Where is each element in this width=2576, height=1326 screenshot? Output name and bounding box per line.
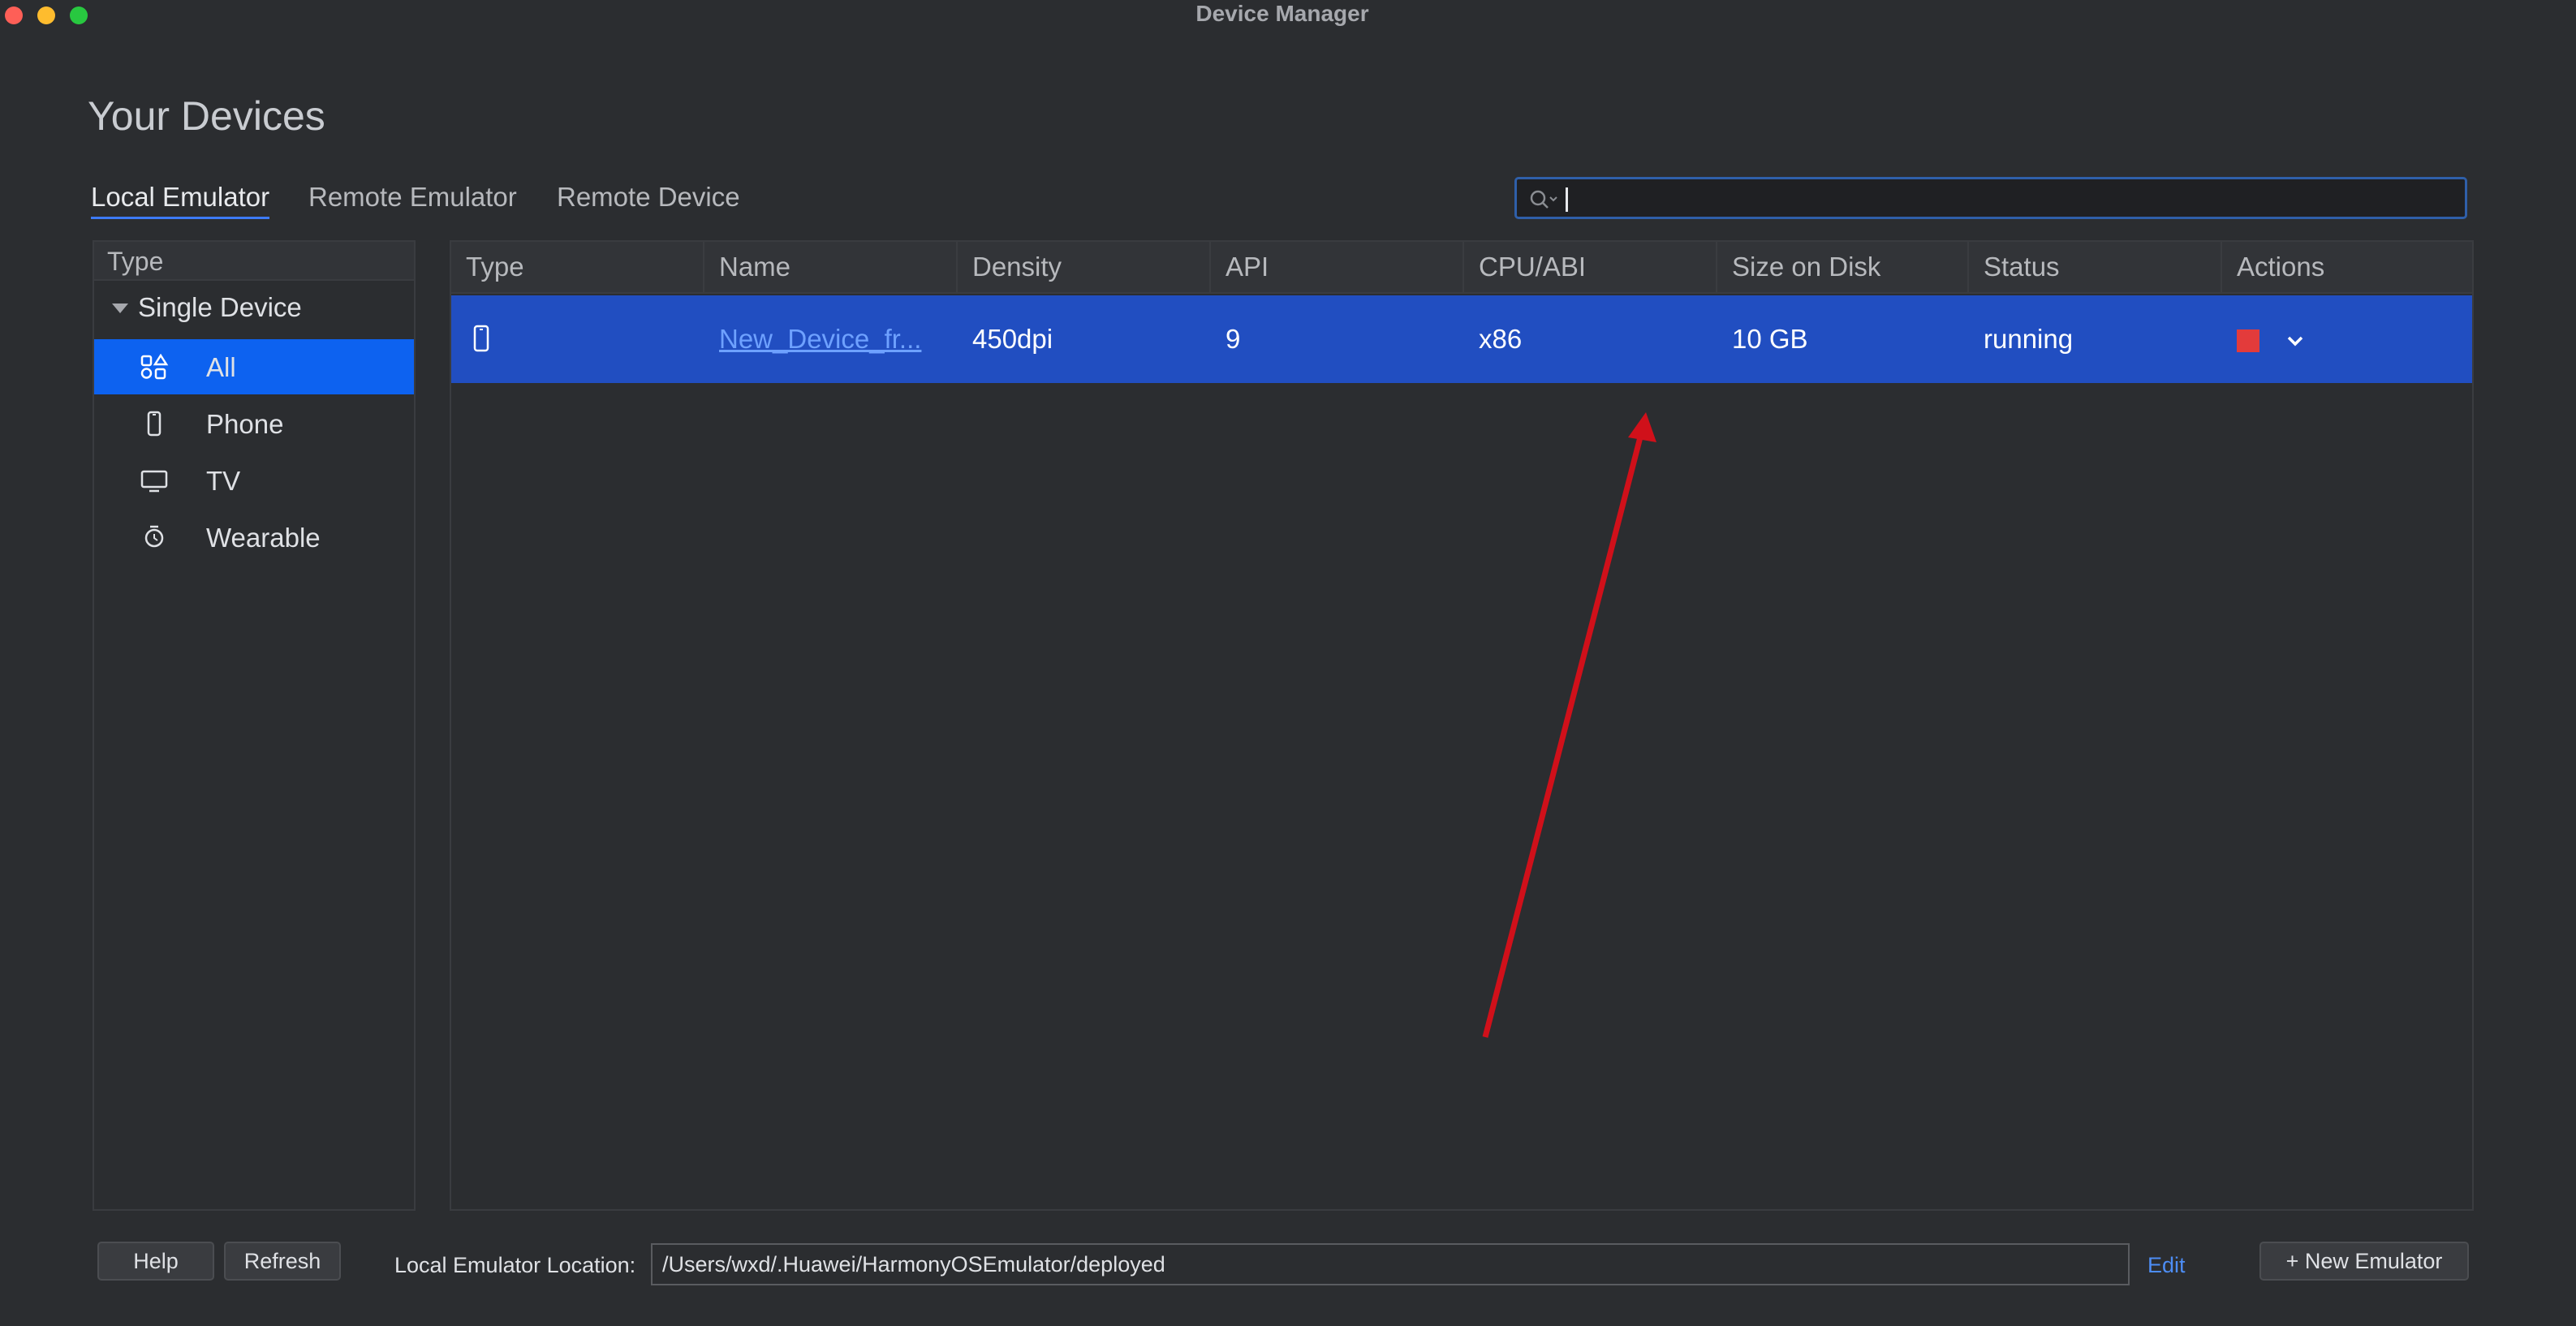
device-type-sidebar: Type Single Device All Phone TV Wearable — [93, 240, 416, 1211]
new-emulator-button[interactable]: + New Emulator — [2259, 1242, 2469, 1281]
sidebar-item-wearable[interactable]: Wearable — [94, 510, 414, 565]
expand-triangle-icon[interactable] — [112, 304, 128, 313]
tab-local-emulator[interactable]: Local Emulator — [91, 182, 270, 219]
watch-icon — [144, 525, 164, 548]
tab-remote-emulator[interactable]: Remote Emulator — [308, 182, 517, 213]
sidebar-header-label: Type — [107, 247, 164, 276]
sidebar-header: Type — [94, 242, 414, 281]
column-header-api[interactable]: API — [1211, 242, 1464, 292]
table-header: Type Name Density API CPU/ABI Size on Di… — [451, 242, 2472, 294]
help-button[interactable]: Help — [97, 1242, 214, 1281]
cell-api: 9 — [1226, 324, 1241, 354]
sidebar-item-label: Wearable — [206, 523, 321, 553]
tv-icon — [140, 470, 168, 493]
device-name-link[interactable]: New_Device_fr... — [704, 295, 958, 383]
sidebar-group-label: Single Device — [138, 292, 302, 322]
phone-icon — [473, 325, 489, 352]
cell-cpu-abi: x86 — [1479, 324, 1523, 354]
all-devices-icon — [140, 354, 169, 380]
window-title: Device Manager — [1195, 1, 1369, 26]
column-header-size-on-disk[interactable]: Size on Disk — [1717, 242, 1969, 292]
emulator-location-label: Local Emulator Location: — [394, 1253, 636, 1277]
search-icon — [1530, 190, 1557, 209]
cell-density: 450dpi — [972, 324, 1053, 354]
sidebar-item-label: TV — [206, 466, 241, 496]
tab-remote-device[interactable]: Remote Device — [557, 182, 740, 213]
page-title: Your Devices — [88, 93, 325, 139]
emulator-location-field[interactable]: /Users/wxd/.Huawei/HarmonyOSEmulator/dep… — [651, 1243, 2130, 1285]
column-header-actions: Actions — [2237, 252, 2325, 282]
column-header-density[interactable]: Density — [958, 242, 1211, 292]
phone-icon — [147, 411, 162, 437]
cell-size-on-disk: 10 GB — [1732, 324, 1808, 354]
sidebar-item-tv[interactable]: TV — [94, 453, 414, 508]
sidebar-item-phone[interactable]: Phone — [94, 396, 414, 451]
column-header-status[interactable]: Status — [1969, 242, 2222, 292]
sidebar-item-all[interactable]: All — [94, 339, 414, 394]
cell-status: running — [1984, 324, 2074, 354]
search-field[interactable] — [1514, 177, 2467, 219]
sidebar-item-label: All — [206, 352, 236, 382]
edit-location-link[interactable]: Edit — [2147, 1253, 2186, 1278]
column-header-type[interactable]: Type — [451, 242, 704, 292]
device-table: Type Name Density API CPU/ABI Size on Di… — [450, 240, 2474, 1211]
refresh-button[interactable]: Refresh — [224, 1242, 341, 1281]
table-row[interactable]: New_Device_fr... 450dpi 9 x86 10 GB runn… — [451, 295, 2472, 383]
stop-emulator-button[interactable] — [2237, 329, 2259, 352]
text-caret — [1566, 187, 1568, 212]
column-header-cpu-abi[interactable]: CPU/ABI — [1464, 242, 1717, 292]
chevron-down-icon[interactable] — [2282, 328, 2308, 354]
sidebar-item-label: Phone — [206, 409, 284, 439]
title-bar: Device Manager — [0, 0, 2576, 29]
column-header-name[interactable]: Name — [704, 242, 958, 292]
sidebar-group-single-device[interactable]: Single Device — [94, 289, 414, 329]
